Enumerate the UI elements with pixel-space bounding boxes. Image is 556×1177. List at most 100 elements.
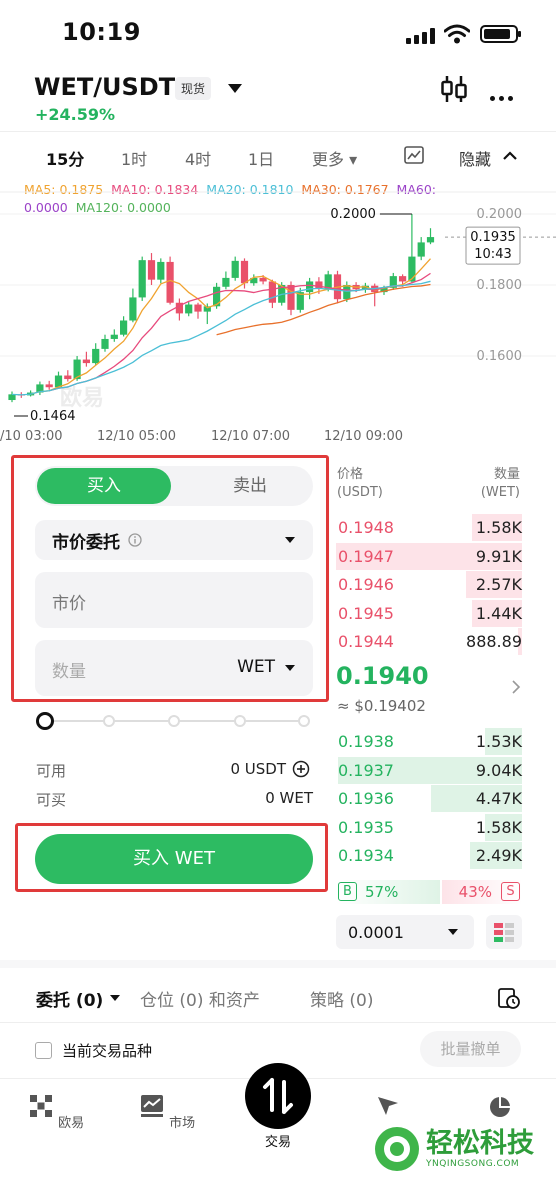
bid-row[interactable]: 0.1938 1.53K	[336, 728, 522, 755]
tick-size-select[interactable]: 0.0001	[336, 915, 474, 949]
hide-toggle-label[interactable]: 隐藏	[459, 146, 491, 170]
tab-more[interactable]: 更多 ▾	[312, 146, 357, 170]
info-icon[interactable]	[128, 533, 142, 547]
amount-slider[interactable]	[36, 712, 310, 730]
slider-step[interactable]	[298, 715, 310, 727]
pie-chart-icon	[490, 1097, 510, 1117]
ask-row[interactable]: 0.1944 888.89	[336, 628, 522, 655]
x-tick-label: 12/10 09:00	[324, 429, 403, 444]
slider-step[interactable]	[168, 715, 180, 727]
unit-caret-icon	[285, 665, 295, 671]
price-change: +24.59%	[35, 105, 116, 124]
ask-row[interactable]: 0.1945 1.44K	[336, 599, 522, 627]
indicator-settings-icon[interactable]	[404, 146, 424, 164]
trade-fab[interactable]	[245, 1063, 311, 1129]
pair-dropdown-icon[interactable]	[228, 84, 242, 93]
candle-body	[82, 359, 90, 364]
row-price: 0.1937	[338, 760, 394, 780]
x-tick-label: 12/10 07:00	[211, 429, 290, 444]
slider-handle[interactable]	[36, 712, 54, 730]
price-field[interactable]: 市价	[35, 572, 313, 628]
orderbook-layout-button[interactable]	[486, 915, 522, 949]
candle-body	[417, 242, 425, 257]
buy-tab[interactable]: 买入	[37, 468, 171, 504]
candle-body	[222, 277, 230, 287]
tab-15m[interactable]: 15分	[46, 146, 84, 170]
kline-chart[interactable]: 欧易 0.2000 0.1800 0.1600/10 03:00 12/10 05:00…	[0, 190, 556, 450]
last-price-usd: ≈ $0.19402	[337, 697, 426, 715]
ob-price-header: 价格	[337, 467, 364, 482]
amount-field[interactable]: 数量 WET	[35, 640, 313, 696]
tab-market-label: 市场	[169, 1116, 196, 1131]
candle-body	[287, 285, 295, 310]
dropdown-caret-icon	[285, 537, 295, 543]
order-type-label: 市价委托	[52, 532, 120, 553]
slider-step[interactable]	[234, 715, 246, 727]
row-qty: 2.57K	[475, 575, 522, 594]
row-qty: 1.44K	[475, 603, 522, 623]
can-buy-label: 可买	[36, 791, 67, 809]
watermark-logo-icon	[375, 1127, 419, 1171]
tab-orders[interactable]: 委托 (0)	[36, 986, 103, 1011]
amount-unit-select[interactable]: WET	[237, 657, 275, 677]
row-qty: 2.49K	[475, 846, 522, 865]
ask-row[interactable]: 0.1948 1.58K	[336, 514, 522, 541]
row-price: 0.1938	[338, 732, 394, 751]
bid-row[interactable]: 0.1934 2.49K	[336, 842, 522, 869]
buy-wet-button[interactable]: 买入 WET	[35, 834, 313, 884]
tab-4h[interactable]: 4时	[185, 146, 211, 170]
tab-market[interactable]: 市场	[137, 1093, 197, 1131]
swap-arrows-icon	[263, 1078, 293, 1114]
low-label: 0.1464	[30, 409, 76, 424]
tab-positions[interactable]: 仓位 (0) 和资产	[140, 986, 260, 1011]
candle-body	[157, 261, 165, 280]
countdown-label: 10:43	[474, 247, 511, 262]
battery-icon	[480, 25, 521, 43]
row-qty: 9.04K	[475, 760, 522, 780]
batch-cancel-button[interactable]: 批量撤单	[420, 1031, 521, 1067]
ob-price-unit: (USDT)	[337, 485, 383, 500]
site-watermark: 轻松科技 YNQINGSONG.COM	[372, 1124, 534, 1174]
candle-body	[240, 260, 249, 284]
bid-row[interactable]: 0.1935 1.58K	[336, 813, 522, 841]
order-history-icon[interactable]	[497, 986, 521, 1010]
sell-ratio-value: 43%	[458, 883, 492, 901]
row-qty: 1.58K	[475, 817, 522, 837]
tick-caret-icon	[448, 929, 458, 935]
tab-trade-label[interactable]: 交易	[248, 1131, 308, 1150]
ask-row[interactable]: 0.1946 2.57K	[336, 571, 522, 598]
tick-size-value: 0.0001	[348, 922, 404, 942]
current-pair-label: 当前交易品种	[62, 1042, 153, 1060]
bid-row[interactable]: 0.1936 4.47K	[336, 785, 522, 812]
order-type-select[interactable]: 市价委托	[35, 520, 313, 560]
watermark-url: YNQINGSONG.COM	[426, 1159, 520, 1169]
sell-tab[interactable]: 卖出	[195, 468, 305, 504]
tab-strategy[interactable]: 策略 (0)	[310, 986, 373, 1011]
price-placeholder: 市价	[52, 594, 86, 614]
y-tick-label: 0.2000	[477, 207, 523, 222]
tab-1h[interactable]: 1时	[121, 146, 147, 170]
x-tick-label: /10 03:00	[0, 429, 63, 444]
orders-caret-icon	[110, 995, 120, 1001]
status-time: 10:19	[62, 18, 141, 46]
ask-row[interactable]: 0.1947 9.91K	[336, 542, 522, 570]
more-icon[interactable]	[490, 86, 517, 105]
pair-title[interactable]: WET/USDT	[34, 73, 175, 101]
candlestick-chart-icon[interactable]	[440, 74, 468, 104]
tab-1d[interactable]: 1日	[248, 146, 274, 170]
row-price: 0.1948	[338, 518, 394, 537]
checkbox[interactable]	[35, 1042, 52, 1059]
tab-home[interactable]: 欧易	[26, 1093, 86, 1131]
chevron-up-icon[interactable]	[502, 151, 518, 161]
add-funds-icon[interactable]	[292, 760, 310, 778]
chart-watermark: 欧易	[60, 385, 104, 411]
buy-ratio-value: 57%	[365, 883, 399, 901]
slider-step[interactable]	[103, 715, 115, 727]
x-tick-label: 12/10 05:00	[97, 429, 176, 444]
bid-row[interactable]: 0.1937 9.04K	[336, 756, 522, 784]
current-pair-filter[interactable]: 当前交易品种	[35, 1040, 152, 1061]
sell-ratio-badge: S	[501, 882, 520, 901]
candle-body	[120, 320, 128, 335]
candle-body	[147, 260, 156, 280]
chevron-right-icon[interactable]	[511, 679, 521, 695]
